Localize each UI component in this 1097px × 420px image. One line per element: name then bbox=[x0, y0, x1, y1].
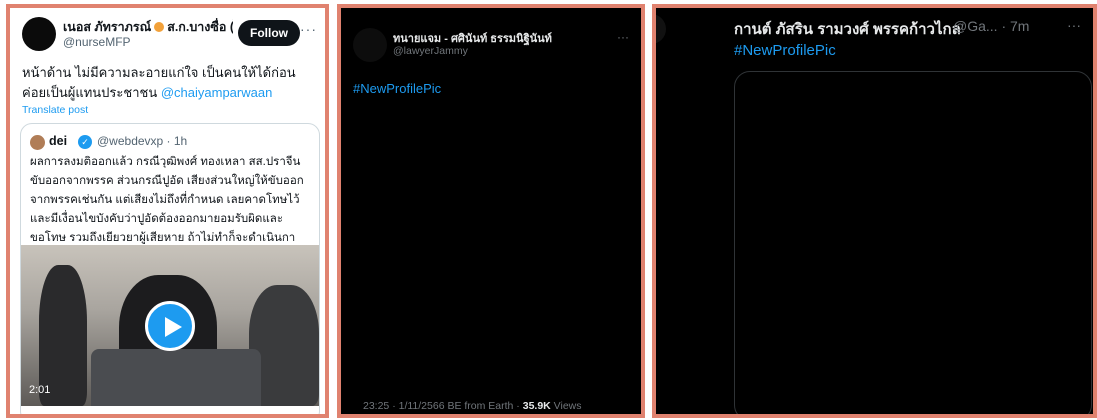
mention-link[interactable]: @chaiyamparwaan bbox=[161, 85, 272, 100]
tweet-card-nurse: เนอส ภัทราภรณ์ ส.ก.บางซื่อ (ไม่ @nurseMFP… bbox=[6, 4, 329, 418]
tweet-meta: 23:25 · 1/11/2566 BE from Earth · 35.9K … bbox=[363, 400, 582, 412]
author-location: ส.ก.บางซื่อ (ไม่ bbox=[167, 20, 233, 34]
author-name[interactable]: กานต์ ภัสริน รามวงศ์ พรรคก้าวไกล bbox=[734, 17, 961, 41]
author-name-text: เนอส ภัทราภรณ์ bbox=[63, 20, 152, 34]
video-duration: 2:01 bbox=[29, 384, 51, 396]
play-triangle-icon bbox=[165, 317, 182, 337]
follow-button[interactable]: Follow bbox=[238, 20, 300, 46]
more-options-icon[interactable]: ··· bbox=[617, 30, 629, 44]
tweet-card-lawyer: ทนายแจม - ศศินันท์ ธรรมนิฐินันท์ @lawyer… bbox=[337, 4, 645, 418]
avatar[interactable] bbox=[656, 14, 666, 44]
more-options-icon[interactable]: ··· bbox=[300, 21, 317, 37]
play-button-icon[interactable] bbox=[145, 301, 195, 351]
author-handle[interactable]: @nurseMFP bbox=[63, 35, 131, 49]
quote-author-name: dei bbox=[49, 134, 68, 148]
orange-circle-icon bbox=[154, 22, 165, 32]
microphone-cluster bbox=[91, 349, 261, 406]
hashtag-link[interactable]: #NewProfilePic bbox=[353, 81, 441, 96]
quote-handle-time: @webdevxp · 1h bbox=[97, 134, 188, 148]
author-handle[interactable]: @lawyerJammy bbox=[393, 45, 468, 57]
views-label: Views bbox=[550, 400, 582, 412]
views-count: 35.9K bbox=[522, 400, 551, 412]
video-thumbnail[interactable]: 2:01 bbox=[21, 245, 319, 406]
author-handle-time[interactable]: @Ga... · 7m bbox=[953, 18, 1029, 34]
verified-badge-icon: ✓ bbox=[78, 135, 92, 149]
attached-image[interactable] bbox=[734, 71, 1092, 414]
author-name[interactable]: เนอส ภัทราภรณ์ ส.ก.บางซื่อ (ไม่ bbox=[63, 17, 233, 37]
quoted-tweet[interactable]: dei ✓ @webdevxp · 1h ผลการลงมติออกแล้ว ก… bbox=[20, 123, 320, 414]
avatar[interactable] bbox=[353, 28, 387, 62]
avatar[interactable] bbox=[22, 17, 56, 51]
hashtag-link[interactable]: #NewProfilePic bbox=[734, 42, 836, 59]
tweet-text: หน้าด้าน ไม่มีความละอายแก่ใจ เป็นคนให้ได… bbox=[22, 63, 318, 103]
tweet-card-kan: กานต์ ภัสริน รามวงศ์ พรรคก้าวไกล @Ga... … bbox=[652, 4, 1097, 418]
timestamp-source[interactable]: 23:25 · 1/11/2566 BE from Earth · bbox=[363, 400, 523, 412]
quote-avatar bbox=[30, 135, 45, 150]
more-options-icon[interactable]: ··· bbox=[1067, 17, 1081, 33]
translate-post-link[interactable]: Translate post bbox=[22, 104, 88, 116]
